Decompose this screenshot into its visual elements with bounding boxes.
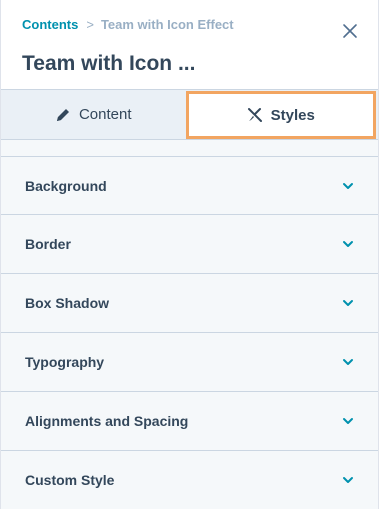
section-custom-style[interactable]: Custom Style (1, 451, 378, 509)
style-sections: Background Border Box Shadow Typography … (1, 156, 378, 509)
section-alignments-spacing[interactable]: Alignments and Spacing (1, 392, 378, 451)
breadcrumb-contents-link[interactable]: Contents (22, 17, 78, 32)
breadcrumb-separator: > (86, 17, 94, 32)
section-box-shadow[interactable]: Box Shadow (1, 274, 378, 333)
section-label: Background (25, 177, 107, 194)
section-label: Custom Style (25, 472, 115, 488)
brush-icon (247, 108, 262, 122)
chevron-down-icon (343, 300, 353, 306)
pencil-icon (56, 108, 69, 121)
tab-styles-label: Styles (270, 106, 315, 124)
section-label: Typography (25, 354, 105, 370)
chevron-down-icon (343, 359, 353, 365)
section-label: Alignments and Spacing (25, 413, 189, 429)
section-background[interactable]: Background (1, 156, 378, 215)
section-label: Border (25, 236, 71, 252)
section-border[interactable]: Border (1, 215, 378, 274)
breadcrumb-current: Team with Icon Effect (100, 17, 234, 32)
tab-content-label: Content (78, 106, 132, 123)
chevron-down-icon (343, 182, 353, 189)
breadcrumb: Contents > Team with Icon Effect (22, 17, 234, 32)
page-title: Team with Icon ... (22, 52, 196, 75)
tab-styles[interactable]: Styles (185, 91, 376, 139)
close-icon (343, 24, 357, 38)
panel-header: Contents > Team with Icon Effect Team wi… (1, 0, 378, 90)
tab-content[interactable]: Content (1, 90, 186, 139)
chevron-down-icon (343, 477, 353, 483)
section-typography[interactable]: Typography (1, 333, 378, 392)
section-label: Box Shadow (25, 295, 110, 311)
tab-bar: Content Styles (1, 90, 378, 140)
chevron-down-icon (343, 418, 353, 424)
styles-panel: Contents > Team with Icon Effect Team wi… (0, 0, 379, 509)
close-button[interactable] (342, 23, 358, 39)
chevron-down-icon (343, 241, 353, 247)
